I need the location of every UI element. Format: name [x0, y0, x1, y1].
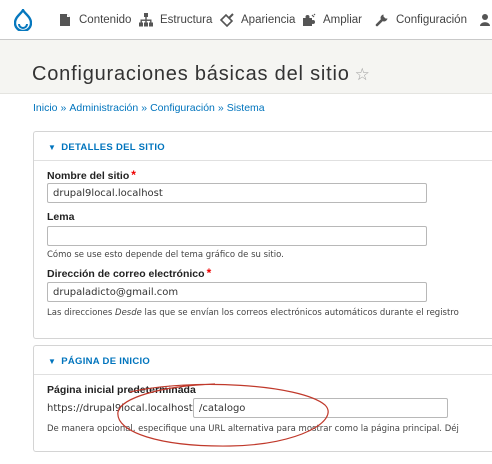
toolbar-tab-apariencia[interactable]: Apariencia — [220, 0, 295, 39]
toolbar-label: Contenido — [79, 13, 132, 26]
breadcrumb-configuracion[interactable]: Configuración — [150, 102, 215, 114]
toolbar-tab-people[interactable] — [478, 0, 492, 39]
email-label: Dirección de correo electrónico * — [47, 266, 211, 280]
front-page-input[interactable] — [193, 398, 448, 418]
site-name-input[interactable] — [47, 183, 427, 203]
panel-divider — [34, 374, 492, 375]
slogan-input[interactable] — [47, 226, 427, 246]
toolbar-label: Estructura — [160, 13, 213, 26]
triangle-down-icon: ▼ — [48, 143, 57, 152]
toolbar-tab-ampliar[interactable]: Ampliar — [302, 0, 362, 39]
front-page-url-prefix: https://drupal9local.localhost — [47, 403, 193, 414]
summary-text: PÁGINA DE INICIO — [61, 356, 151, 367]
breadcrumb-sistema[interactable]: Sistema — [227, 102, 265, 114]
breadcrumb-inicio[interactable]: Inicio — [33, 102, 58, 114]
wrench-icon — [375, 14, 388, 26]
email-description-post: las que se envían los correos electrónic… — [141, 308, 459, 318]
required-marker: * — [206, 266, 212, 280]
slogan-label: Lema — [47, 211, 75, 223]
front-page-label: Página inicial predeterminada — [47, 384, 196, 396]
triangle-down-icon: ▼ — [48, 357, 57, 366]
toolbar-tab-configuracion[interactable]: Configuración — [375, 0, 467, 39]
email-label-text: Dirección de correo electrónico — [47, 268, 205, 280]
page-title-text: Configuraciones básicas del sitio — [32, 63, 350, 85]
breadcrumb-separator: » — [141, 102, 148, 114]
page-icon — [60, 13, 70, 26]
toolbar-tab-contenido[interactable]: Contenido — [58, 0, 131, 39]
breadcrumb-separator: » — [217, 102, 224, 114]
brush-icon — [220, 12, 234, 27]
admin-toolbar: Contenido Estructura Apariencia Ampliar … — [0, 0, 492, 40]
drupal-drop-icon — [14, 8, 32, 31]
person-icon — [480, 13, 490, 26]
email-description: Las direcciones Desde las que se envían … — [47, 308, 459, 318]
site-details-summary[interactable]: ▼ DETALLES DEL SITIO — [48, 142, 165, 153]
breadcrumb: Inicio» Administración» Configuración» Sist… — [33, 102, 265, 114]
email-input[interactable] — [47, 282, 427, 302]
toolbar-label: Apariencia — [241, 13, 296, 26]
breadcrumb-separator: » — [60, 102, 67, 114]
breadcrumb-administracion[interactable]: Administración — [69, 102, 138, 114]
toolbar-label: Configuración — [396, 13, 467, 26]
site-name-label: Nombre del sitio * — [47, 168, 136, 182]
panel-divider — [34, 160, 492, 161]
email-description-pre: Las direcciones — [47, 308, 116, 318]
site-name-label-text: Nombre del sitio — [47, 170, 130, 182]
front-page-summary[interactable]: ▼ PÁGINA DE INICIO — [48, 356, 150, 367]
sitemap-icon — [139, 12, 153, 26]
drupal-home-button[interactable] — [0, 0, 46, 39]
toolbar-tab-estructura[interactable]: Estructura — [139, 0, 212, 39]
puzzle-icon — [303, 13, 316, 26]
favorite-star-icon[interactable]: ☆ — [355, 65, 370, 84]
email-description-em: Desde — [115, 308, 142, 318]
toolbar-label: Ampliar — [323, 13, 362, 26]
slogan-description: Cómo se use esto depende del tema gráfic… — [47, 250, 284, 260]
summary-text: DETALLES DEL SITIO — [61, 142, 165, 153]
required-marker: * — [131, 168, 136, 182]
front-page-description: De manera opcional, especifique una URL … — [47, 424, 459, 434]
page-title: Configuraciones básicas del sitio ☆ — [32, 63, 370, 86]
